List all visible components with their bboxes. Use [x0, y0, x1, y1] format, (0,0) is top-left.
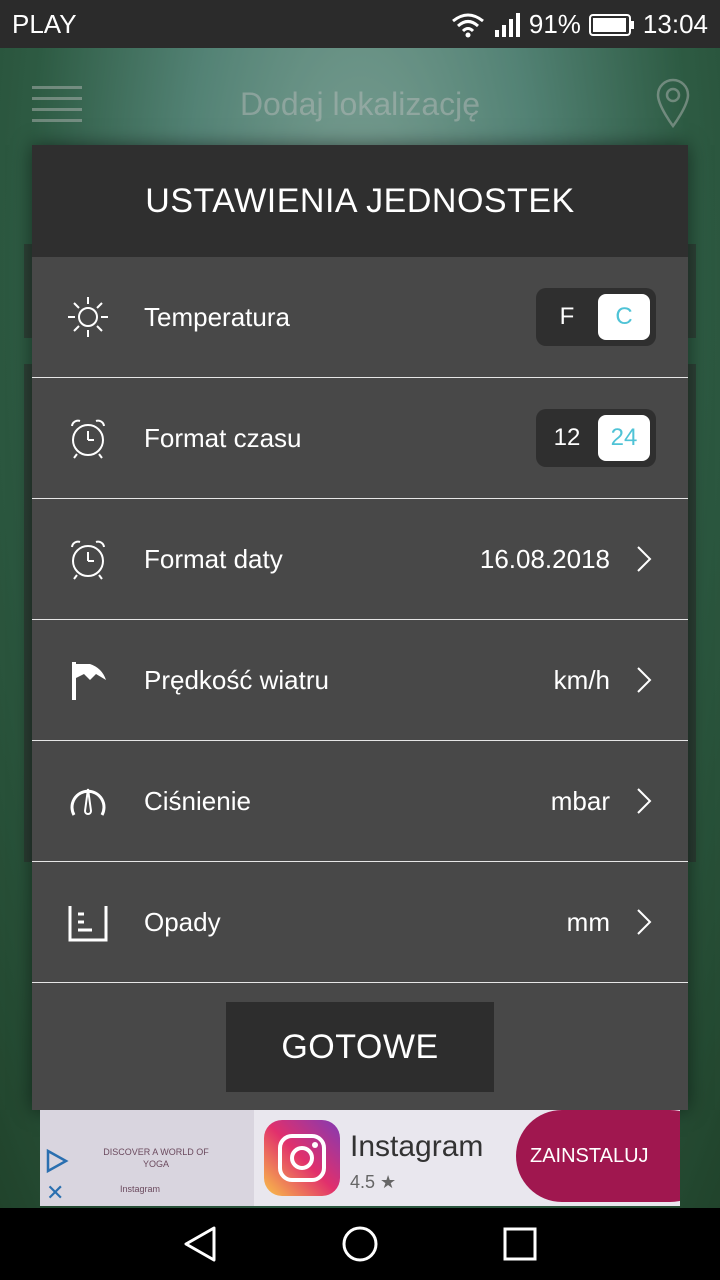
ad-rating: 4.5 ★ — [350, 1172, 396, 1193]
ad-promo-text: DISCOVER A WORLD OF YOGA — [103, 1147, 209, 1169]
star-icon: ★ — [380, 1172, 397, 1192]
precipitation-row[interactable]: Opady mm — [32, 862, 688, 983]
status-bar: PLAY 91% 13:04 — [0, 0, 720, 48]
celsius-option-selected[interactable]: C — [598, 294, 650, 340]
adchoices-icon[interactable] — [44, 1148, 70, 1174]
time-format-toggle[interactable]: 12 24 — [536, 409, 656, 467]
install-button[interactable]: ZAINSTALUJ — [516, 1110, 680, 1202]
time-format-label: Format czasu — [144, 422, 302, 453]
wind-flag-icon — [72, 662, 106, 700]
temperature-unit-toggle[interactable]: F C — [536, 288, 656, 346]
date-format-row[interactable]: Format daty 16.08.2018 — [32, 499, 688, 620]
instagram-logo-icon — [264, 1120, 340, 1196]
chevron-right-icon — [637, 667, 652, 693]
fahrenheit-option[interactable]: F — [536, 288, 598, 346]
dialog-title: USTAWIENIA JEDNOSTEK — [32, 145, 688, 257]
pressure-row[interactable]: Ciśnienie mbar — [32, 741, 688, 862]
recent-apps-icon[interactable] — [500, 1224, 540, 1264]
signal-icon — [494, 12, 520, 37]
24h-option-selected[interactable]: 24 — [598, 415, 650, 461]
temperature-label: Temperatura — [144, 301, 290, 332]
date-format-value: 16.08.2018 — [479, 543, 610, 574]
carrier-name: PLAY — [12, 9, 77, 39]
temperature-row: Temperatura F C — [32, 257, 688, 378]
back-icon[interactable] — [180, 1224, 220, 1264]
chevron-right-icon — [637, 546, 652, 572]
wind-speed-value: km/h — [553, 664, 610, 695]
pressure-label: Ciśnienie — [144, 785, 251, 816]
ad-banner[interactable]: ✕ DISCOVER A WORLD OF YOGA Instagram Ins… — [40, 1110, 680, 1206]
time-format-row: Format czasu 12 24 — [32, 378, 688, 499]
sun-icon — [68, 297, 108, 337]
chevron-right-icon — [637, 788, 652, 814]
dialog-footer: GOTOWE — [32, 983, 688, 1092]
wind-speed-row[interactable]: Prędkość wiatru km/h — [32, 620, 688, 741]
date-format-label: Format daty — [144, 543, 283, 574]
wind-speed-label: Prędkość wiatru — [144, 664, 329, 695]
battery-percent: 91% — [528, 9, 581, 39]
alarm-clock-icon — [71, 540, 105, 580]
units-settings-dialog: USTAWIENIA JEDNOSTEK Temperatura F C For… — [32, 145, 688, 1110]
clock-time: 13:04 — [642, 9, 708, 39]
rain-gauge-icon — [68, 906, 108, 942]
precipitation-label: Opady — [144, 906, 221, 937]
ad-rating-value: 4.5 — [350, 1172, 376, 1192]
precipitation-value: mm — [566, 906, 610, 937]
chevron-right-icon — [637, 909, 652, 935]
pressure-value: mbar — [550, 785, 610, 816]
navigation-bar — [0, 1208, 720, 1280]
alarm-clock-icon — [71, 419, 105, 459]
wifi-icon — [451, 13, 484, 37]
home-icon[interactable] — [340, 1224, 380, 1264]
pressure-gauge-icon — [70, 788, 106, 816]
12h-option[interactable]: 12 — [536, 409, 598, 467]
ad-close-icon[interactable]: ✕ — [46, 1180, 64, 1206]
battery-icon — [588, 13, 634, 36]
ad-promo-brand: Instagram — [120, 1184, 161, 1194]
ad-image: ✕ DISCOVER A WORLD OF YOGA Instagram — [40, 1110, 254, 1206]
done-button[interactable]: GOTOWE — [226, 1002, 494, 1092]
ad-app-name: Instagram — [350, 1130, 484, 1163]
status-icons: 91% 13:04 — [451, 9, 708, 40]
